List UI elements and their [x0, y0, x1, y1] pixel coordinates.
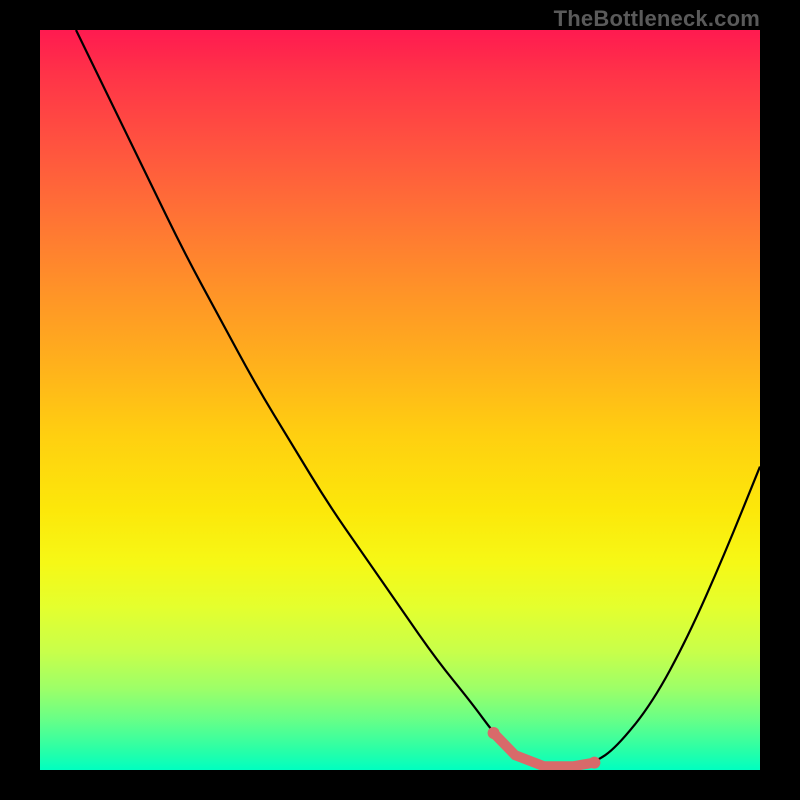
bottleneck-curve-path: [76, 30, 760, 766]
highlight-start-dot: [488, 727, 500, 739]
curve-svg: [40, 30, 760, 770]
highlight-segment: [494, 733, 595, 766]
chart-container: TheBottleneck.com: [0, 0, 800, 800]
highlight-end-dot: [588, 757, 600, 769]
attribution-label: TheBottleneck.com: [554, 6, 760, 32]
plot-area: [40, 30, 760, 770]
